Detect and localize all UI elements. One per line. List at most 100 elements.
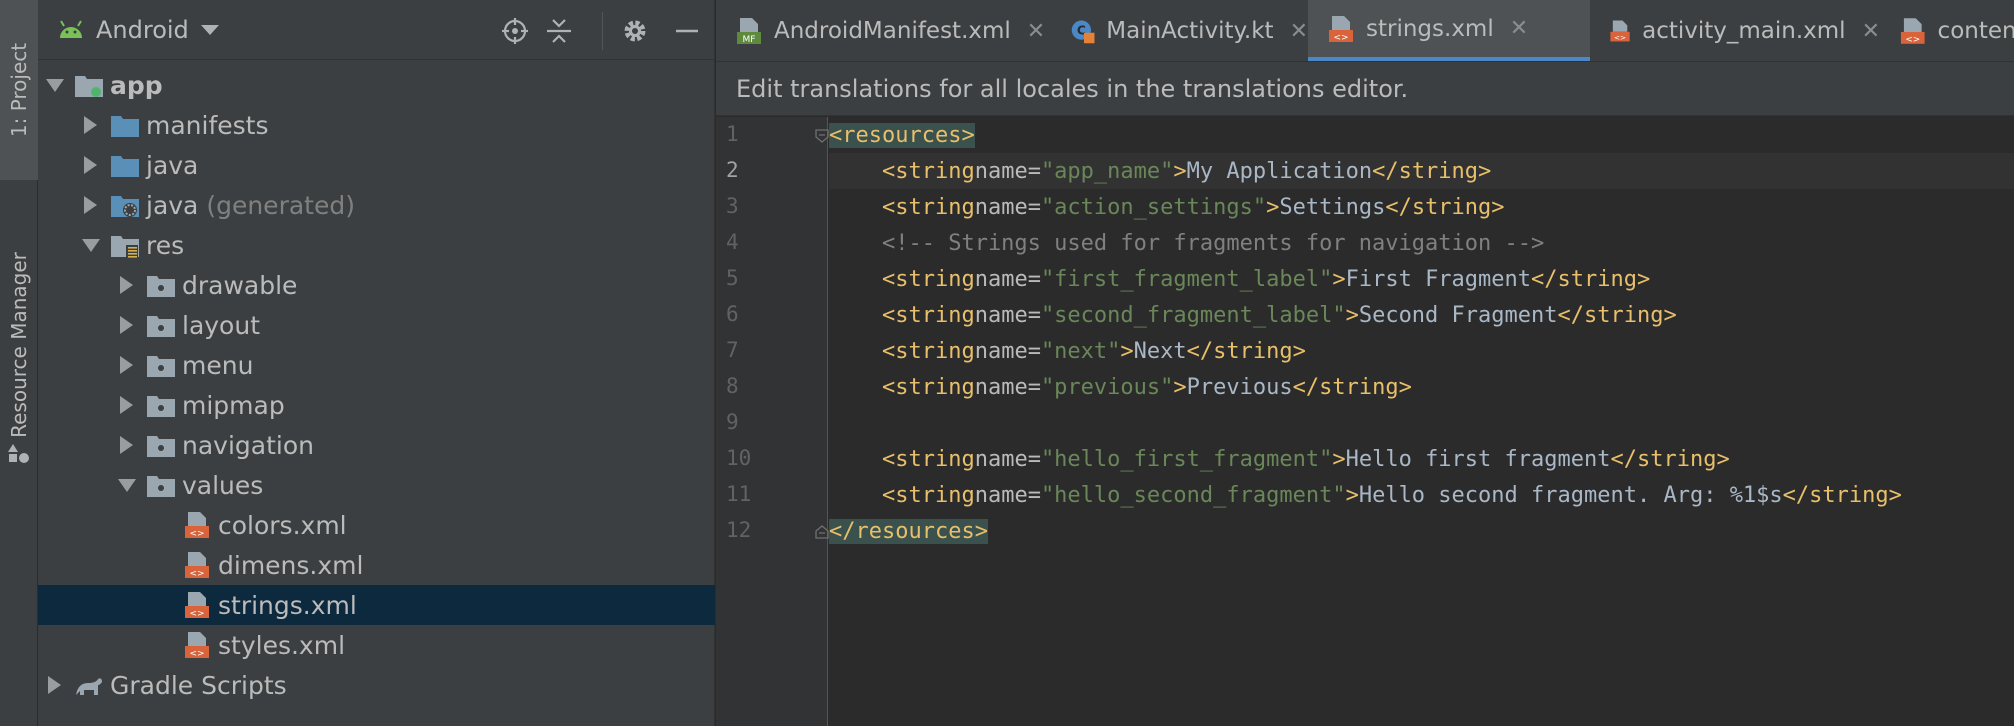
editor-tab-androidmanifest-xml[interactable]: MF AndroidManifest.xml ✕ <box>716 0 1052 61</box>
chevron-down-icon[interactable] <box>46 78 64 92</box>
chevron-right-icon[interactable] <box>120 356 133 374</box>
tree-row-app[interactable]: app <box>38 65 715 105</box>
tree-row-values[interactable]: values <box>38 465 715 505</box>
svg-text:<>: <> <box>189 649 204 659</box>
manifest-file-icon: MF <box>737 18 761 45</box>
tree-item-label: res <box>146 230 185 260</box>
chevron-right-icon[interactable] <box>84 156 97 174</box>
svg-text:<>: <> <box>189 529 204 539</box>
editor-tab-strings-xml[interactable]: <> strings.xml ✕ <box>1308 0 1590 61</box>
tree-row-strings-xml[interactable]: <> strings.xml <box>38 585 715 625</box>
fold-marker-icon[interactable] <box>815 525 829 539</box>
code-line[interactable]: <!-- Strings used for fragments for navi… <box>829 225 2014 261</box>
tab-label: content_mai <box>1937 18 2014 44</box>
tree-row-dimens-xml[interactable]: <> dimens.xml <box>38 545 715 585</box>
minimize-icon[interactable] <box>674 18 700 44</box>
resource-manager-tool-tab[interactable]: Resource Manager <box>0 210 38 480</box>
tree-row-menu[interactable]: menu <box>38 345 715 385</box>
editor-tab-bar: MF AndroidManifest.xml ✕ C MainActivity.kt ✕ <… <box>716 0 2014 62</box>
tree-row-drawable[interactable]: drawable <box>38 265 715 305</box>
chevron-down-icon[interactable] <box>118 478 136 492</box>
package-folder-icon <box>147 436 175 457</box>
code-line[interactable]: <string name = "previous" > Previous </string… <box>829 369 2014 405</box>
code-line[interactable]: <string name = "next" > Next </string> <box>829 333 2014 369</box>
chevron-right-icon[interactable] <box>84 116 97 134</box>
chevron-right-icon[interactable] <box>120 436 133 454</box>
tree-row-mipmap[interactable]: mipmap <box>38 385 715 425</box>
code-line[interactable]: <string name = "hello_second_fragment" > Hel… <box>829 477 2014 513</box>
editor-tab-mainactivity-kt[interactable]: C MainActivity.kt ✕ <box>1052 0 1308 61</box>
kotlin-class-icon: C <box>1071 20 1095 44</box>
tree-item-label: Gradle Scripts <box>110 670 287 700</box>
tree-item-label: styles.xml <box>218 630 346 660</box>
code-line[interactable]: <string name = "hello_first_fragment" > Hell… <box>829 441 2014 477</box>
module-icon <box>75 76 103 97</box>
line-number: 11 <box>726 482 752 506</box>
project-panel-header: Android <box>38 0 714 60</box>
chevron-right-icon[interactable] <box>120 396 133 414</box>
chevron-right-icon[interactable] <box>120 316 133 334</box>
package-folder-icon <box>147 276 175 297</box>
tree-row-res[interactable]: res <box>38 225 715 265</box>
gear-icon[interactable] <box>622 18 648 44</box>
tab-label: strings.xml <box>1366 15 1494 42</box>
code-line[interactable]: <string name = "action_settings" > Settings <… <box>829 189 2014 225</box>
gradle-icon <box>76 678 102 695</box>
tree-row-layout[interactable]: layout <box>38 305 715 345</box>
android-icon <box>60 19 82 38</box>
res-folder-icon <box>111 236 139 258</box>
svg-text:<>: <> <box>189 569 204 579</box>
code-line[interactable]: <string name = "first_fragment_label" > Firs… <box>829 261 2014 297</box>
line-number: 6 <box>726 302 739 326</box>
line-number: 4 <box>726 230 739 254</box>
close-icon[interactable]: ✕ <box>1510 16 1528 41</box>
line-number: 7 <box>726 338 739 362</box>
tree-item-label: mipmap <box>182 390 285 420</box>
package-folder-icon <box>147 396 175 417</box>
code-line[interactable]: <string name = "app_name" > My Application </… <box>829 153 2014 189</box>
fold-marker-icon[interactable] <box>815 129 829 143</box>
tree-row-gradle-scripts[interactable]: Gradle Scripts <box>38 665 715 705</box>
line-number: 12 <box>726 518 752 542</box>
tree-item-label: menu <box>182 350 254 380</box>
project-tool-tab-label: 1: Project <box>7 42 31 138</box>
svg-text:<>: <> <box>189 609 204 619</box>
line-number-gutter: 1 2 3 4 5 6 7 8 9 10 11 12 <box>716 117 875 726</box>
close-icon[interactable]: ✕ <box>1290 19 1308 44</box>
tree-item-label: layout <box>182 310 261 340</box>
chevron-down-icon[interactable] <box>82 238 100 252</box>
collapse-all-icon[interactable] <box>546 18 572 44</box>
chevron-right-icon[interactable] <box>84 196 97 214</box>
tree-row-java[interactable]: java (generated) <box>38 185 715 225</box>
tree-item-label: java (generated) <box>146 190 355 220</box>
tab-label: AndroidManifest.xml <box>774 18 1011 44</box>
tool-window-strip: 1: Project Resource Manager <box>0 0 38 726</box>
close-icon[interactable]: ✕ <box>1862 19 1880 44</box>
locate-file-icon[interactable] <box>502 18 528 44</box>
line-number: 10 <box>726 446 752 470</box>
svg-text:<>: <> <box>1905 35 1920 45</box>
code-editor[interactable]: <resources> <string name = "app_name" > My A… <box>829 117 2014 726</box>
chevron-right-icon[interactable] <box>120 276 133 294</box>
editor-tab-content-mai[interactable]: <> content_mai <box>1880 0 2014 61</box>
tree-item-suffix: (generated) <box>198 190 355 220</box>
code-line[interactable]: <resources> <box>829 117 2014 153</box>
project-tool-tab[interactable]: 1: Project <box>0 0 38 180</box>
xml-file-icon: <> <box>185 592 209 619</box>
tree-item-label: java <box>146 150 199 180</box>
tree-item-label: strings.xml <box>218 590 357 620</box>
tree-row-java[interactable]: java <box>38 145 715 185</box>
editor-tab-activity-main-xml[interactable]: <> activity_main.xml ✕ <box>1590 0 1880 61</box>
project-view-selector[interactable]: Android <box>96 16 189 44</box>
resource-manager-tab-label: Resource Manager <box>7 252 31 438</box>
code-line[interactable]: <string name = "second_fragment_label" > Sec… <box>829 297 2014 333</box>
tree-row-navigation[interactable]: navigation <box>38 425 715 465</box>
close-icon[interactable]: ✕ <box>1027 19 1045 44</box>
code-line[interactable]: </resources> <box>829 513 2014 549</box>
tree-row-colors-xml[interactable]: <> colors.xml <box>38 505 715 545</box>
chevron-down-icon[interactable] <box>200 24 219 35</box>
chevron-right-icon[interactable] <box>48 676 61 694</box>
code-line[interactable] <box>829 405 2014 441</box>
tree-row-styles-xml[interactable]: <> styles.xml <box>38 625 715 665</box>
tree-row-manifests[interactable]: manifests <box>38 105 715 145</box>
